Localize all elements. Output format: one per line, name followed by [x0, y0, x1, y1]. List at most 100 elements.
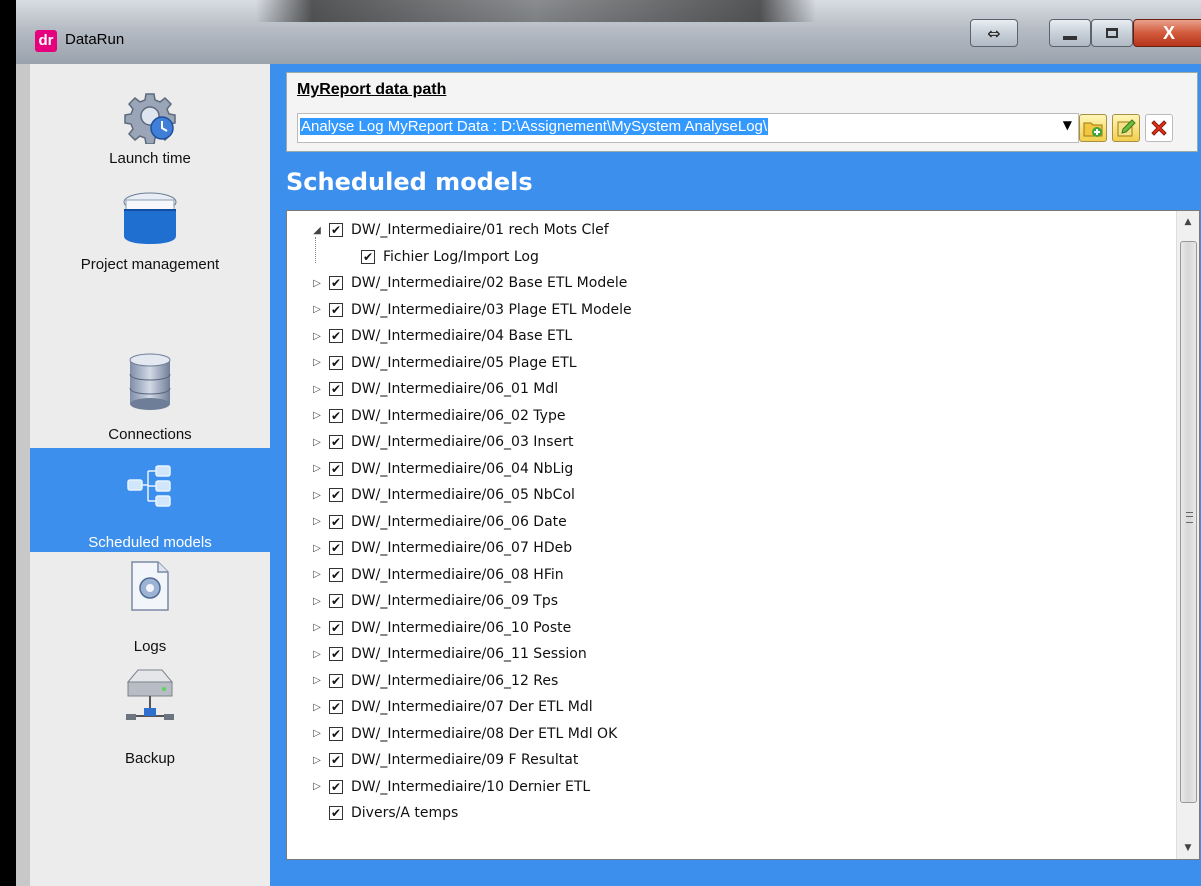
app-window: dr DataRun ⇔ X Launch time Project manag…: [0, 0, 1201, 886]
tree-row[interactable]: ▷ ✔ DW/_Intermediaire/02 Base ETL Modele: [309, 270, 1179, 296]
expand-toggle-icon[interactable]: ▷: [309, 596, 325, 607]
scrollbar-thumb[interactable]: [1180, 241, 1197, 803]
row-checkbox[interactable]: ✔: [361, 249, 375, 264]
expand-toggle-icon[interactable]: ▷: [309, 728, 325, 739]
tree-row[interactable]: ▷ ✔ DW/_Intermediaire/06_06 Date: [309, 509, 1179, 535]
tree-row[interactable]: ▷ ✔ DW/_Intermediaire/06_11 Session: [309, 641, 1179, 667]
row-checkbox[interactable]: ✔: [329, 488, 343, 502]
tree-row[interactable]: ✔ Divers/A temps: [309, 800, 1179, 826]
sidebar-item-label: Backup: [124, 750, 176, 767]
tree-row[interactable]: ▷ ✔ DW/_Intermediaire/06_05 NbCol: [309, 482, 1179, 508]
maximize-icon: [1106, 28, 1118, 38]
tree-row[interactable]: ◢ ✔ DW/_Intermediaire/01 rech Mots Clef: [309, 217, 1179, 243]
expand-toggle-icon[interactable]: ▷: [309, 304, 325, 315]
expand-toggle-icon[interactable]: ▷: [309, 384, 325, 395]
tree-row[interactable]: ▷ ✔ DW/_Intermediaire/06_03 Insert: [309, 429, 1179, 455]
row-label: DW/_Intermediaire/06_05 NbCol: [351, 487, 575, 503]
tree-row[interactable]: ▷ ✔ DW/_Intermediaire/06_08 HFin: [309, 562, 1179, 588]
row-checkbox[interactable]: ✔: [329, 382, 343, 396]
row-checkbox[interactable]: ✔: [329, 620, 343, 635]
add-path-button[interactable]: [1079, 114, 1107, 142]
expand-toggle-icon[interactable]: ▷: [309, 543, 325, 554]
scheduled-models-tree[interactable]: ▲ ▼ ◢ ✔ DW/_Intermediaire/01 rech Mots Cle…: [286, 210, 1200, 860]
database-icon: [129, 353, 171, 410]
row-checkbox[interactable]: ✔: [329, 461, 343, 476]
row-checkbox[interactable]: ✔: [329, 514, 343, 529]
expand-toggle-icon[interactable]: ▷: [309, 410, 325, 421]
close-button[interactable]: X: [1133, 19, 1201, 47]
tree-row[interactable]: ▷ ✔ DW/_Intermediaire/06_10 Poste: [309, 615, 1179, 641]
expand-toggle-icon[interactable]: ▷: [309, 278, 325, 289]
tree-row[interactable]: ▷ ✔ DW/_Intermediaire/07 Der ETL Mdl: [309, 694, 1179, 720]
row-checkbox[interactable]: ✔: [329, 673, 343, 688]
data-path-dropdown[interactable]: Analyse Log MyReport Data : D:\Assigneme…: [297, 113, 1079, 143]
expand-toggle-icon[interactable]: ▷: [309, 569, 325, 580]
tree-row[interactable]: ▷ ✔ DW/_Intermediaire/05 Plage ETL: [309, 350, 1179, 376]
row-checkbox[interactable]: ✔: [329, 567, 343, 582]
row-checkbox[interactable]: ✔: [329, 753, 343, 767]
row-checkbox[interactable]: ✔: [329, 806, 343, 820]
sidebar-item-label: Launch time: [109, 150, 191, 167]
tree-row[interactable]: ▷ ✔ DW/_Intermediaire/08 Der ETL Mdl OK: [309, 721, 1179, 747]
tree-row[interactable]: ▷ ✔ DW/_Intermediaire/03 Plage ETL Modele: [309, 297, 1179, 323]
expand-toggle-icon[interactable]: ▷: [309, 675, 325, 686]
dropdown-arrow-icon[interactable]: ▼: [1063, 118, 1072, 132]
expand-toggle-icon[interactable]: ▷: [309, 516, 325, 527]
edit-path-button[interactable]: [1112, 114, 1140, 142]
vertical-scrollbar[interactable]: ▲ ▼: [1176, 211, 1199, 859]
scroll-down-icon[interactable]: ▼: [1177, 837, 1199, 859]
sidebar-item-scheduled-models[interactable]: Scheduled models: [30, 448, 270, 552]
minimize-button[interactable]: [1049, 19, 1091, 47]
row-checkbox[interactable]: ✔: [329, 435, 343, 449]
expand-toggle-icon[interactable]: ▷: [309, 702, 325, 713]
maximize-button[interactable]: [1091, 19, 1133, 47]
title-bar[interactable]: dr DataRun ⇔ X: [16, 0, 1201, 64]
sidebar-item-launch-time[interactable]: Launch time: [30, 64, 270, 184]
scrollbar-grip-icon: [1186, 512, 1193, 523]
sidebar-item-backup[interactable]: Backup: [30, 668, 270, 778]
resize-button[interactable]: ⇔: [970, 19, 1018, 47]
scroll-up-icon[interactable]: ▲: [1177, 211, 1199, 233]
sidebar-item-connections[interactable]: Connections: [30, 344, 270, 444]
tree-row[interactable]: ▷ ✔ DW/_Intermediaire/06_02 Type: [309, 403, 1179, 429]
row-checkbox[interactable]: ✔: [329, 594, 343, 608]
expand-toggle-icon[interactable]: ▷: [309, 490, 325, 501]
row-checkbox[interactable]: ✔: [329, 541, 343, 555]
expand-toggle-icon[interactable]: ▷: [309, 755, 325, 766]
row-checkbox[interactable]: ✔: [329, 647, 343, 661]
expand-toggle-icon[interactable]: ▷: [309, 649, 325, 660]
row-checkbox[interactable]: ✔: [329, 700, 343, 714]
tree-row[interactable]: ▷ ✔ DW/_Intermediaire/04 Base ETL: [309, 323, 1179, 349]
tree-row[interactable]: ▷ ✔ DW/_Intermediaire/06_12 Res: [309, 668, 1179, 694]
row-checkbox[interactable]: ✔: [329, 779, 343, 794]
model-tree-icon: [127, 465, 171, 507]
sidebar-item-logs[interactable]: Logs: [30, 552, 270, 662]
tree-row[interactable]: ▷ ✔ DW/_Intermediaire/06_09 Tps: [309, 588, 1179, 614]
expand-toggle-icon[interactable]: ▷: [309, 781, 325, 792]
delete-path-button[interactable]: [1145, 114, 1173, 142]
expand-toggle-icon[interactable]: ◢: [309, 225, 325, 236]
expand-toggle-icon[interactable]: ▷: [309, 622, 325, 633]
tree-row[interactable]: ✔ Fichier Log/Import Log: [341, 244, 1199, 270]
row-checkbox[interactable]: ✔: [329, 223, 343, 237]
tree-row[interactable]: ▷ ✔ DW/_Intermediaire/09 F Resultat: [309, 747, 1179, 773]
row-label: DW/_Intermediaire/06_12 Res: [351, 672, 559, 689]
row-checkbox[interactable]: ✔: [329, 276, 343, 290]
row-checkbox[interactable]: ✔: [329, 329, 343, 343]
tree-row[interactable]: ▷ ✔ DW/_Intermediaire/06_01 Mdl: [309, 376, 1179, 402]
tree-row[interactable]: ▷ ✔ DW/_Intermediaire/06_07 HDeb: [309, 535, 1179, 561]
gear-clock-icon: [124, 93, 176, 144]
row-checkbox[interactable]: ✔: [329, 408, 343, 423]
row-label: Fichier Log/Import Log: [383, 248, 539, 265]
expand-toggle-icon[interactable]: ▷: [309, 357, 325, 368]
expand-toggle-icon[interactable]: ▷: [309, 437, 325, 448]
expand-toggle-icon[interactable]: ▷: [309, 331, 325, 342]
row-checkbox[interactable]: ✔: [329, 302, 343, 317]
data-path-label: MyReport data path: [297, 81, 447, 98]
expand-toggle-icon[interactable]: ▷: [309, 463, 325, 474]
sidebar-item-project-management[interactable]: Project management: [30, 184, 270, 294]
row-checkbox[interactable]: ✔: [329, 726, 343, 741]
tree-row[interactable]: ▷ ✔ DW/_Intermediaire/06_04 NbLig: [309, 456, 1179, 482]
row-checkbox[interactable]: ✔: [329, 355, 343, 370]
tree-row[interactable]: ▷ ✔ DW/_Intermediaire/10 Dernier ETL: [309, 774, 1179, 800]
